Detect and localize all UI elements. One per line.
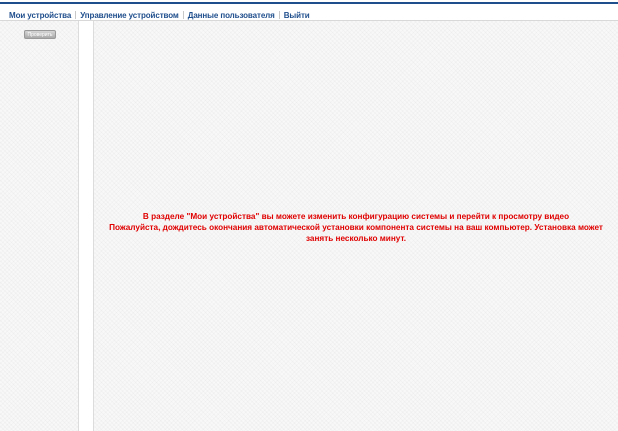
nav-separator — [278, 11, 280, 19]
nav-separator — [182, 11, 184, 19]
nav-user-data[interactable]: Данные пользователя — [188, 11, 275, 20]
sidebar-gutter — [79, 21, 94, 431]
message-line-install-wait: Пожалуйста, дождитесь окончания автомати… — [109, 223, 603, 243]
nav-separator — [75, 11, 77, 19]
main-content: В разделе "Мои устройства" вы можете изм… — [94, 21, 618, 431]
left-sidebar: Проверить — [0, 21, 79, 431]
message-line-devices-info: В разделе "Мои устройства" вы можете изм… — [142, 212, 570, 221]
top-accent-bar — [0, 2, 618, 4]
status-message: В разделе "Мои устройства" вы можете изм… — [94, 211, 618, 244]
page: Мои устройства Управление устройством Да… — [0, 0, 618, 431]
nav-my-devices[interactable]: Мои устройства — [9, 11, 71, 20]
nav-device-management[interactable]: Управление устройством — [80, 11, 179, 20]
nav-logout[interactable]: Выйти — [284, 11, 310, 20]
sidebar-action-button[interactable]: Проверить — [24, 30, 56, 39]
